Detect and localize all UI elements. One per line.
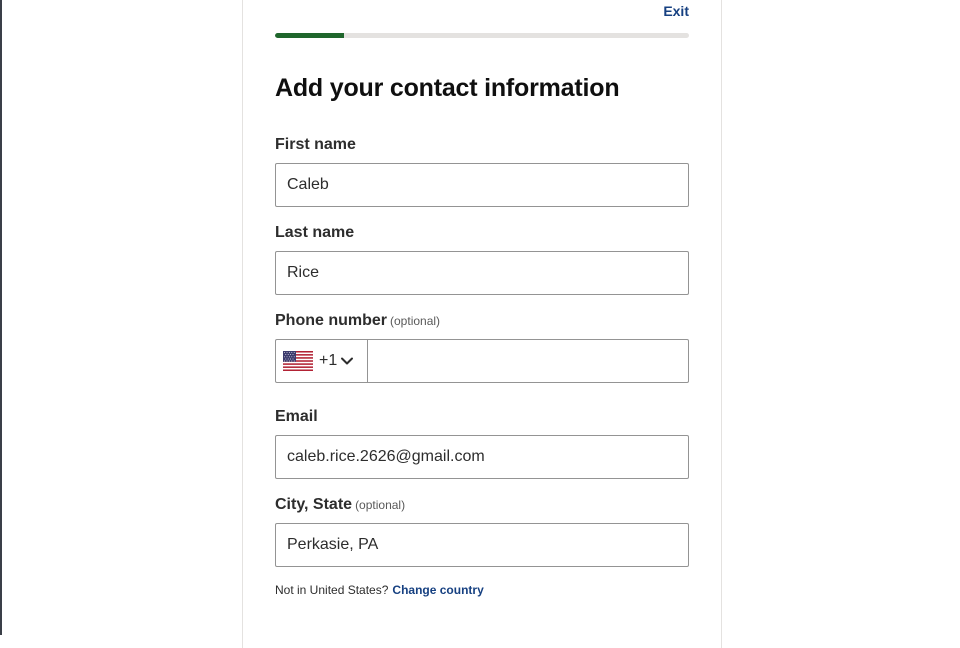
- email-label: Email: [275, 408, 318, 425]
- phone-number-label: Phone number: [275, 312, 388, 329]
- dial-code: +1: [319, 352, 338, 369]
- country-note: Not in United States? Change country: [275, 583, 484, 597]
- first-name-input[interactable]: [275, 163, 689, 207]
- phone-optional-tag: (optional): [390, 314, 441, 328]
- change-country-link[interactable]: Change country: [392, 583, 483, 597]
- email-input[interactable]: [275, 435, 689, 479]
- city-state-label-row: City, State (optional): [275, 496, 405, 514]
- city-state-input[interactable]: [275, 523, 689, 567]
- us-flag-icon: [283, 351, 313, 371]
- window-left-edge: [0, 0, 2, 635]
- city-state-optional-tag: (optional): [355, 498, 406, 512]
- city-state-label: City, State: [275, 496, 353, 513]
- chevron-down-icon: [341, 357, 354, 365]
- first-name-label: First name: [275, 136, 356, 153]
- last-name-label: Last name: [275, 224, 355, 241]
- phone-label-row: Phone number (optional): [275, 312, 440, 330]
- country-code-select[interactable]: +1: [276, 340, 368, 382]
- phone-field-group: +1: [275, 339, 689, 383]
- progress-bar-fill: [275, 33, 345, 38]
- progress-bar: [275, 33, 689, 38]
- contact-form-panel: Exit Add your contact information First …: [242, 0, 722, 648]
- country-note-text: Not in United States?: [275, 583, 389, 597]
- last-name-input[interactable]: [275, 251, 689, 295]
- phone-number-input[interactable]: [368, 340, 688, 382]
- page-title: Add your contact information: [275, 74, 620, 102]
- exit-link[interactable]: Exit: [663, 3, 689, 19]
